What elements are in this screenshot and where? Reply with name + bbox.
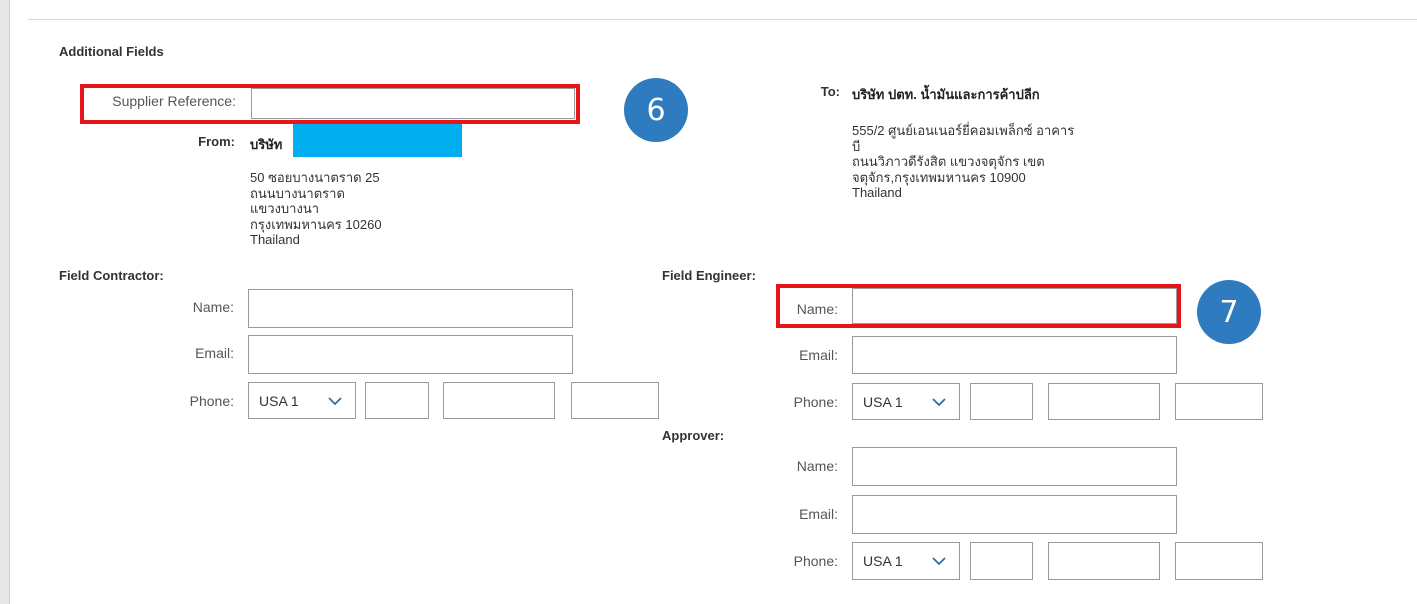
- engineer-name-input[interactable]: [852, 288, 1177, 324]
- section-title: Additional Fields: [59, 44, 164, 59]
- engineer-phone-number-input[interactable]: [1048, 383, 1160, 420]
- contractor-country-value: USA 1: [259, 392, 299, 409]
- contractor-phone-area-input[interactable]: [365, 382, 429, 419]
- approver-country-select[interactable]: USA 1: [852, 542, 960, 580]
- approver-phone-area-input[interactable]: [970, 542, 1033, 580]
- approver-name-label: Name:: [796, 458, 838, 474]
- supplier-reference-input[interactable]: [251, 88, 575, 119]
- field-contractor-heading: Field Contractor:: [59, 268, 164, 283]
- to-label: To:: [820, 84, 840, 99]
- redaction-box: [293, 124, 462, 157]
- approver-phone-ext-input[interactable]: [1175, 542, 1263, 580]
- engineer-country-select[interactable]: USA 1: [852, 383, 960, 420]
- supplier-reference-label: Supplier Reference:: [112, 93, 236, 109]
- contractor-name-input[interactable]: [248, 289, 573, 328]
- contractor-phone-number-input[interactable]: [443, 382, 555, 419]
- to-address: 555/2 ศูนย์เอนเนอร์ยี่คอมเพล็กซ์ อาคาร บ…: [852, 123, 1075, 200]
- approver-country-value: USA 1: [863, 553, 903, 569]
- engineer-phone-label: Phone:: [793, 394, 838, 410]
- engineer-phone-ext-input[interactable]: [1175, 383, 1263, 420]
- to-company-name: บริษัท ปตท. น้ำมันและการค้าปลีก: [852, 87, 1040, 102]
- engineer-name-label: Name:: [796, 301, 838, 317]
- approver-phone-number-input[interactable]: [1048, 542, 1160, 580]
- approver-phone-label: Phone:: [793, 553, 838, 569]
- approver-heading: Approver:: [662, 428, 725, 443]
- engineer-email-label: Email:: [799, 347, 838, 363]
- engineer-phone-area-input[interactable]: [970, 383, 1033, 420]
- contractor-phone-label: Phone:: [189, 393, 234, 409]
- engineer-country-value: USA 1: [863, 393, 903, 410]
- contractor-email-input[interactable]: [248, 335, 573, 374]
- chevron-down-icon: [328, 397, 342, 406]
- contractor-country-select[interactable]: USA 1: [248, 382, 356, 419]
- section-divider: [28, 19, 1417, 20]
- contractor-email-label: Email:: [195, 345, 234, 361]
- contractor-name-label: Name:: [192, 299, 234, 315]
- approver-name-input[interactable]: [852, 447, 1177, 486]
- approver-email-label: Email:: [799, 506, 838, 522]
- chevron-down-icon: [932, 557, 946, 566]
- chevron-down-icon: [932, 398, 946, 407]
- field-engineer-heading: Field Engineer:: [662, 268, 756, 283]
- approver-email-input[interactable]: [852, 495, 1177, 534]
- left-panel-edge: [0, 0, 10, 604]
- from-label: From:: [198, 134, 235, 149]
- from-company-name: บริษัท: [250, 137, 283, 152]
- step-7-badge: 7: [1197, 280, 1261, 344]
- from-address: 50 ซอยบางนาตราด 25 ถนนบางนาตราด แขวงบางน…: [250, 170, 382, 247]
- engineer-email-input[interactable]: [852, 336, 1177, 374]
- contractor-phone-ext-input[interactable]: [571, 382, 659, 419]
- step-6-badge: 6: [624, 78, 688, 142]
